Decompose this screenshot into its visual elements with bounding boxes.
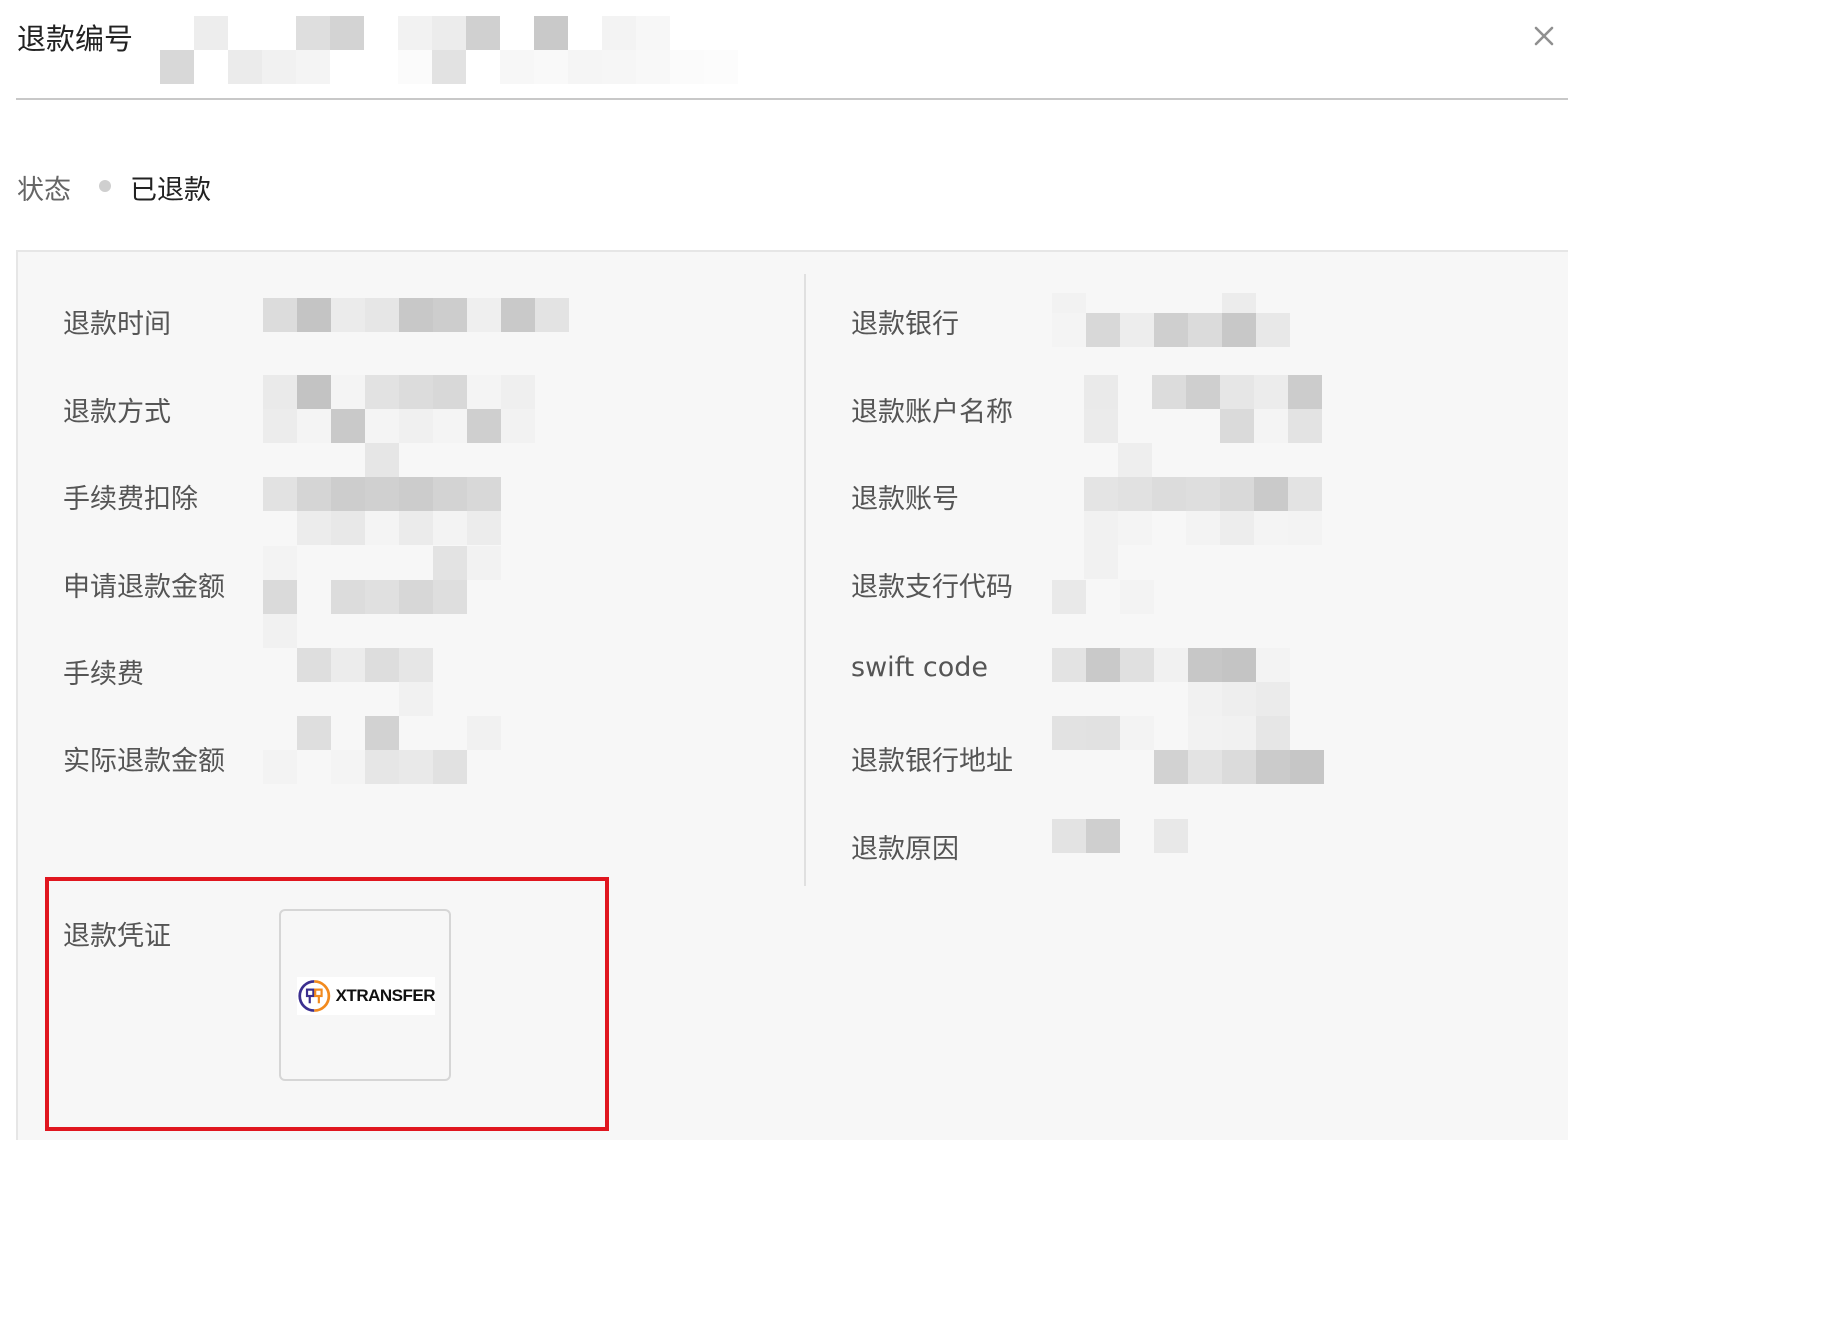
label-refund-reason: 退款原因 (851, 834, 959, 865)
refund-proof-thumbnail[interactable]: XTRANSFER (279, 909, 451, 1081)
label-branch-code: 退款支行代码 (851, 572, 1013, 603)
label-refund-time: 退款时间 (63, 309, 171, 340)
label-refund-bank: 退款银行 (851, 309, 959, 340)
fee-redacted (297, 648, 433, 716)
refund-bank-redacted (1052, 293, 1290, 347)
requested-amount-redacted (263, 546, 501, 648)
label-account-number: 退款账号 (851, 484, 959, 515)
refund-reason-redacted (1052, 819, 1188, 853)
label-fee-deduction: 手续费扣除 (63, 484, 198, 515)
status-dot (99, 180, 111, 192)
refund-method-redacted (263, 375, 535, 477)
label-refund-proof: 退款凭证 (63, 921, 171, 952)
label-actual-amount: 实际退款金额 (63, 746, 225, 777)
dialog-title: 退款编号 (17, 22, 134, 56)
refund-time-redacted (263, 298, 569, 332)
bank-address-redacted (1052, 716, 1324, 784)
account-name-redacted (1084, 375, 1322, 477)
label-swift-code: swift code (851, 652, 988, 683)
xtransfer-logo-text: XTRANSFER (335, 986, 436, 1005)
swift-code-redacted (1052, 648, 1290, 716)
column-divider (804, 274, 806, 886)
xtransfer-logo-icon (298, 980, 331, 1012)
close-icon[interactable] (1528, 20, 1560, 52)
actual-amount-redacted (263, 716, 501, 784)
fee-deduction-redacted (263, 477, 501, 545)
label-bank-address: 退款银行地址 (851, 746, 1013, 777)
xtransfer-logo: XTRANSFER (297, 977, 436, 1015)
label-requested-amount: 申请退款金额 (63, 572, 225, 603)
status-label: 状态 (17, 175, 71, 206)
label-refund-method: 退款方式 (63, 397, 171, 428)
refund-number-redacted (160, 16, 738, 84)
header-divider (16, 98, 1568, 100)
status-value: 已退款 (130, 175, 211, 206)
account-number-redacted (1084, 477, 1322, 579)
label-account-name: 退款账户名称 (851, 397, 1013, 428)
label-fee: 手续费 (63, 659, 144, 690)
branch-code-redacted (1052, 580, 1154, 614)
